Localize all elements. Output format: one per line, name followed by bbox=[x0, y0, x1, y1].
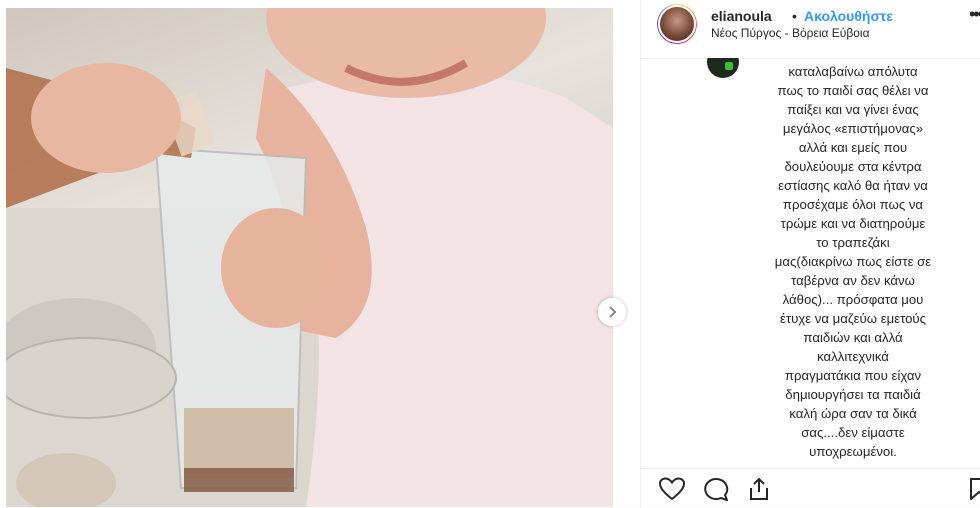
save-button[interactable] bbox=[969, 477, 980, 506]
more-options-icon[interactable]: ••• bbox=[969, 4, 980, 25]
comments-section: καταλαβαίνω απόλυτα πως το παιδί σας θέλ… bbox=[641, 58, 980, 468]
post-container: elianoula • Ακολουθήστε Νέος Πύργος - Βό… bbox=[0, 0, 980, 507]
post-photo[interactable] bbox=[6, 8, 613, 507]
follow-button[interactable]: Ακολουθήστε bbox=[804, 8, 893, 24]
action-bar bbox=[641, 468, 980, 508]
avatar[interactable] bbox=[657, 4, 697, 44]
post-header: elianoula • Ακολουθήστε Νέος Πύργος - Βό… bbox=[641, 0, 980, 59]
username-link[interactable]: elianoula bbox=[711, 8, 772, 24]
comment-text: καταλαβαίνω απόλυτα πως το παιδί σας θέλ… bbox=[774, 64, 932, 459]
comment-avatar[interactable] bbox=[707, 58, 739, 78]
location-link[interactable]: Νέος Πύργος - Βόρεια Εύβοια bbox=[711, 26, 870, 40]
photo-illustration bbox=[6, 8, 613, 507]
next-photo-button[interactable] bbox=[598, 298, 626, 326]
bookmark-icon bbox=[970, 478, 980, 500]
share-icon bbox=[750, 477, 768, 500]
post-side-panel: elianoula • Ακολουθήστε Νέος Πύργος - Βό… bbox=[640, 0, 980, 507]
heart-icon bbox=[658, 477, 686, 501]
header-separator: • bbox=[792, 8, 797, 24]
avatar-photo bbox=[658, 5, 696, 43]
share-button[interactable] bbox=[747, 477, 771, 506]
like-button[interactable] bbox=[658, 477, 686, 506]
chevron-right-icon bbox=[609, 306, 617, 318]
comment-icon bbox=[704, 478, 729, 501]
comment-avatar-badge bbox=[725, 62, 733, 70]
comment-button[interactable] bbox=[703, 477, 729, 506]
